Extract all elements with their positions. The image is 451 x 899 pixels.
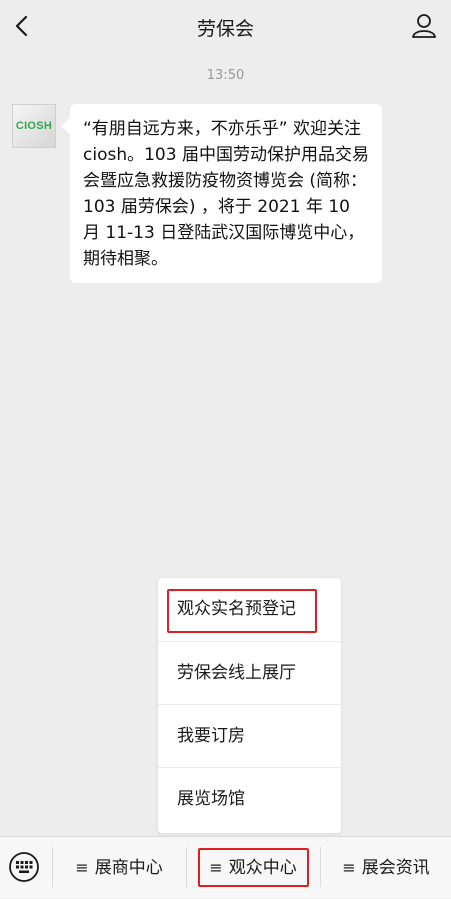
menu-visitor-center[interactable]: ≡ 观众中心: [187, 837, 319, 899]
message-timestamp: 13:50: [206, 68, 245, 83]
submenu-item-book-room[interactable]: 我要订房: [158, 704, 341, 767]
menu-list-icon: ≡: [75, 858, 89, 877]
avatar[interactable]: CIOSH: [12, 104, 56, 148]
page-title: 劳保会: [196, 18, 254, 40]
menu-exhibitor-center[interactable]: ≡ 展商中心: [53, 837, 185, 899]
menu-list-icon: ≡: [342, 858, 356, 877]
submenu-item-online-hall[interactable]: 劳保会线上展厅: [158, 641, 341, 704]
menu-list-icon: ≡: [209, 858, 223, 877]
menu-label: 展会资讯: [361, 858, 430, 878]
submenu-item-visitor-registration[interactable]: 观众实名预登记: [158, 578, 341, 641]
keyboard-icon[interactable]: [8, 851, 40, 883]
avatar-logo-text: CIOSH: [15, 120, 53, 132]
menu-exhibition-news[interactable]: ≡ 展会资讯: [321, 837, 451, 899]
message-bubble: “有朋自远方来，不亦乐乎” 欢迎关注 ciosh。103 届中国劳动保护用品交易…: [70, 104, 382, 283]
bottom-menu-bar: ≡ 展商中心 ≡ 观众中心 ≡ 展会资讯: [0, 836, 451, 898]
menu-label: 展商中心: [94, 858, 163, 878]
profile-icon[interactable]: [411, 12, 437, 40]
submenu-popup: 观众实名预登记 劳保会线上展厅 我要订房 展览场馆: [158, 578, 341, 833]
menu-label: 观众中心: [228, 858, 297, 878]
top-bar: 劳保会: [0, 0, 451, 52]
submenu-item-venue[interactable]: 展览场馆: [158, 767, 341, 830]
message-text: “有朋自远方来，不亦乐乎” 欢迎关注 ciosh。103 届中国劳动保护用品交易…: [83, 119, 369, 269]
